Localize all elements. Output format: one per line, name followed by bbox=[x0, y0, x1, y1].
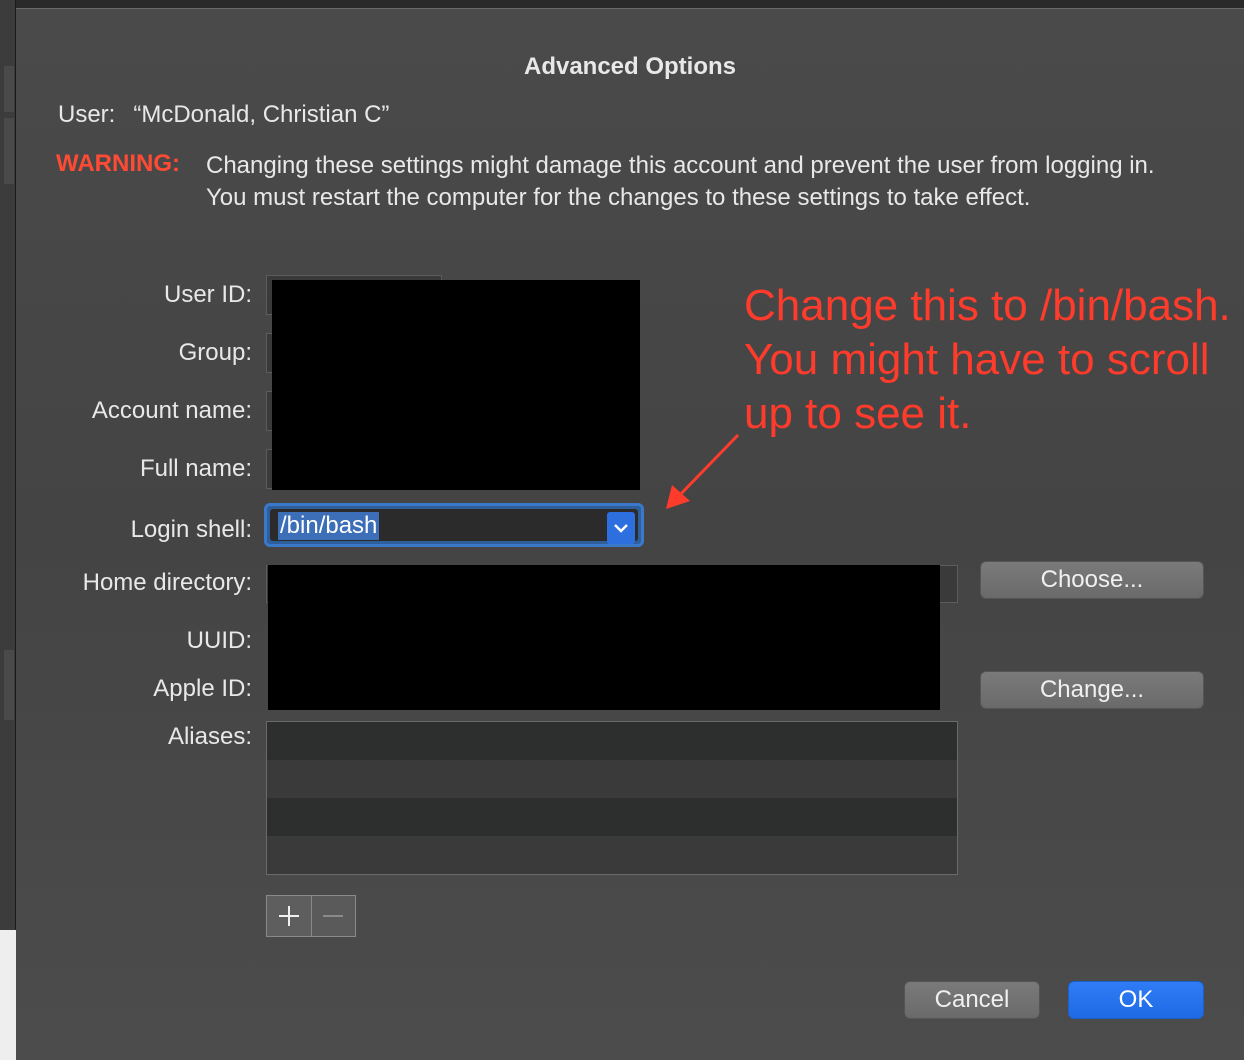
background-strip bbox=[4, 650, 14, 720]
login-shell-popup[interactable]: /bin/bash bbox=[264, 503, 644, 547]
background-strip bbox=[4, 66, 14, 112]
table-row[interactable] bbox=[267, 760, 957, 798]
ok-button[interactable]: OK bbox=[1068, 981, 1204, 1019]
table-row[interactable] bbox=[267, 798, 957, 836]
warning-text: Changing these settings might damage thi… bbox=[206, 152, 1155, 211]
annotation-text: Change this to /bin/bash. You might have… bbox=[744, 281, 1231, 438]
aliases-table[interactable] bbox=[266, 721, 958, 875]
uuid-label: UUID: bbox=[186, 627, 252, 654]
redaction-block bbox=[272, 280, 640, 490]
cancel-button[interactable]: Cancel bbox=[904, 981, 1040, 1019]
account-name-label: Account name: bbox=[91, 397, 252, 424]
apple-id-label: Apple ID: bbox=[153, 675, 252, 702]
remove-alias-button[interactable] bbox=[311, 896, 355, 936]
warning-label: WARNING: bbox=[56, 150, 180, 177]
background-panel bbox=[0, 930, 16, 1060]
minus-icon bbox=[323, 915, 344, 917]
user-label: User: bbox=[58, 101, 116, 128]
full-name-label: Full name: bbox=[139, 455, 252, 482]
choose-button[interactable]: Choose... bbox=[980, 561, 1204, 599]
login-shell-field: /bin/bash bbox=[270, 509, 638, 544]
login-shell-value: /bin/bash bbox=[278, 512, 380, 540]
background-window bbox=[0, 0, 16, 1060]
login-shell-label: Login shell: bbox=[130, 516, 252, 543]
add-alias-button[interactable] bbox=[267, 896, 312, 936]
add-remove-control bbox=[266, 895, 356, 937]
redaction-block bbox=[268, 565, 940, 710]
advanced-options-sheet: Advanced Options User: “McDonald, Christi… bbox=[16, 8, 1244, 1060]
user-value: “McDonald, Christian C” bbox=[133, 101, 390, 128]
table-row[interactable] bbox=[267, 836, 957, 874]
change-button[interactable]: Change... bbox=[980, 671, 1204, 709]
user-line: User: “McDonald, Christian C” bbox=[58, 101, 389, 129]
dialog-title: Advanced Options bbox=[523, 53, 737, 80]
chevron-down-icon[interactable] bbox=[607, 512, 635, 544]
arrow-icon bbox=[666, 433, 740, 509]
aliases-label: Aliases: bbox=[167, 723, 252, 750]
plus-icon bbox=[278, 906, 299, 926]
table-row[interactable] bbox=[267, 722, 957, 760]
home-directory-label: Home directory: bbox=[82, 569, 252, 596]
user-id-label: User ID: bbox=[163, 281, 252, 308]
background-strip bbox=[4, 118, 14, 184]
group-label: Group: bbox=[178, 339, 252, 366]
